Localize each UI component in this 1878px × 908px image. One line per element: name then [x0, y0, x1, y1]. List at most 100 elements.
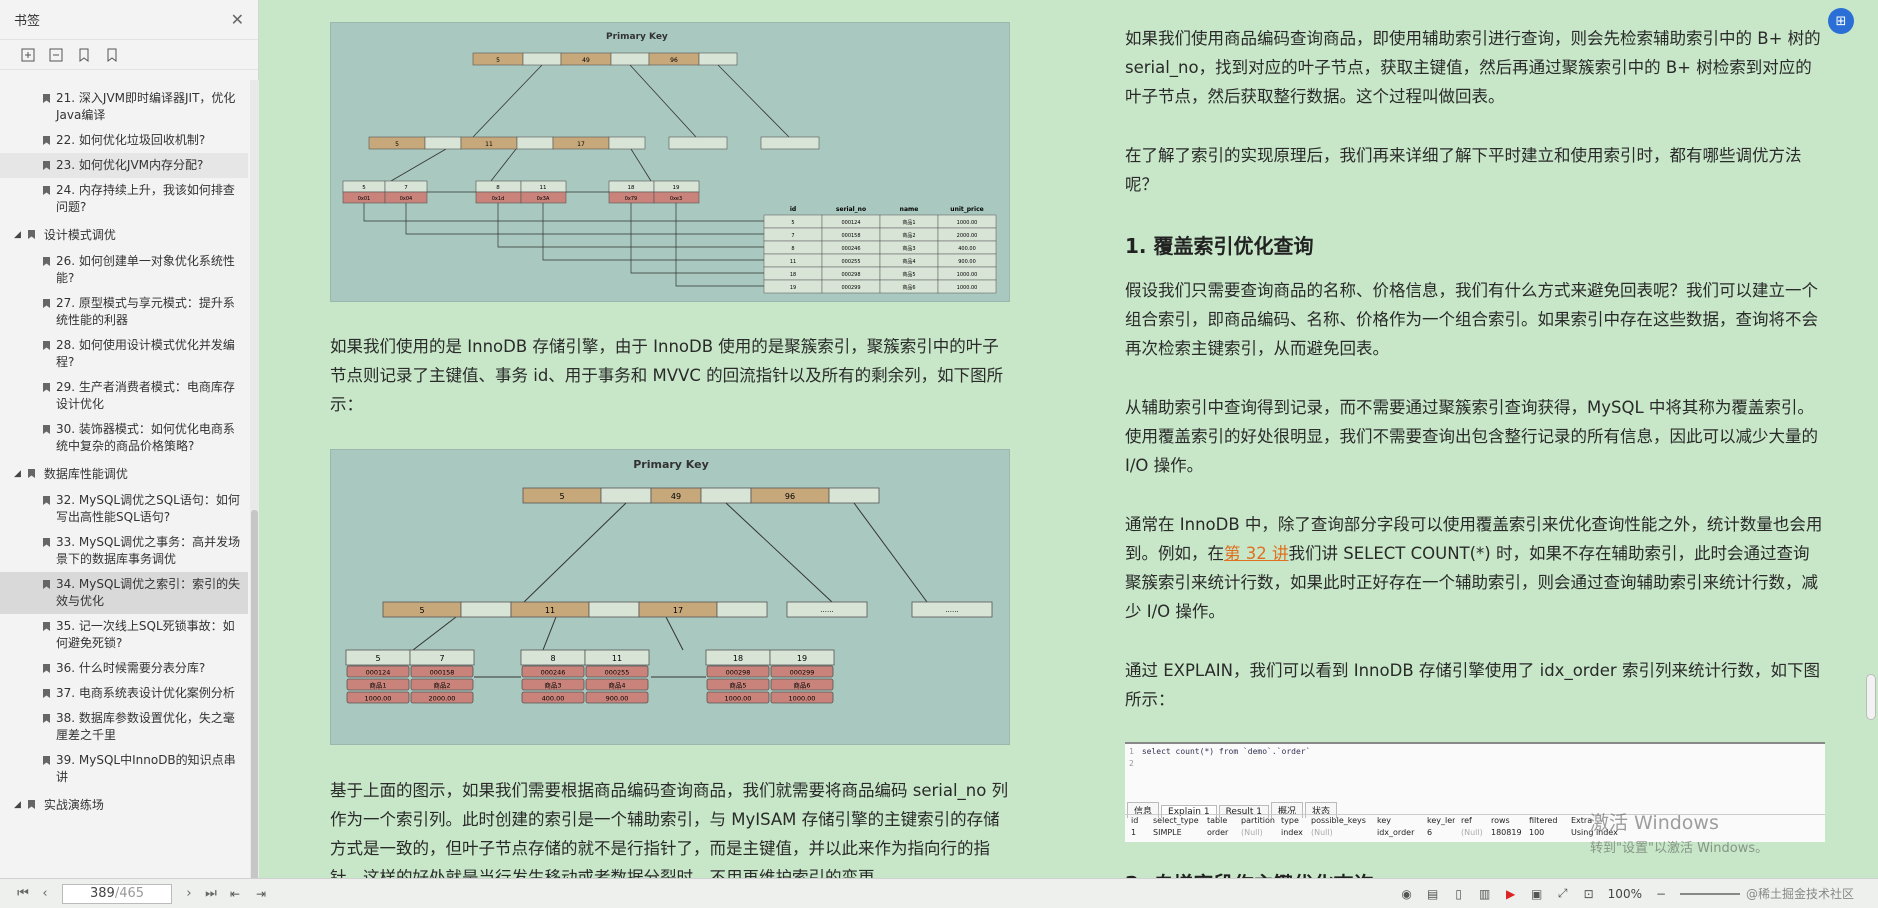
sidebar-item[interactable]: 22. 如何优化垃圾回收机制? — [0, 128, 248, 153]
collapse-triangle-icon[interactable]: ◢ — [14, 469, 21, 479]
cell-value: 1000.00 — [957, 272, 978, 278]
value-label: 1000.00 — [365, 695, 392, 703]
bookmark-icon — [43, 94, 50, 103]
fit-width-icon[interactable]: ⤢ — [1552, 885, 1574, 903]
table-header: unit_price — [950, 206, 983, 213]
table-header: name — [900, 206, 919, 213]
key-label: 96 — [670, 57, 678, 64]
key-label: 18 — [628, 185, 635, 191]
continuous-page-icon[interactable]: ▤ — [1422, 885, 1444, 903]
column-header: select_type — [1153, 816, 1199, 825]
back-icon[interactable]: ⇤ — [224, 885, 246, 903]
lecture-32-link[interactable]: 第 32 讲 — [1224, 544, 1289, 563]
grid-cell: order — [1207, 828, 1229, 837]
read-mode-icon[interactable]: ◉ — [1396, 885, 1418, 903]
next-page-icon[interactable]: › — [178, 886, 200, 901]
sidebar-item[interactable]: 21. 深入JVM即时编译器JIT，优化Java编译 — [0, 86, 248, 128]
key-label: 49 — [582, 57, 590, 64]
sidebar-item-label: 23. 如何优化JVM内存分配? — [56, 158, 204, 172]
sidebar-scrollbar[interactable] — [250, 80, 259, 895]
zoom-out-icon[interactable]: − — [1650, 885, 1672, 903]
sidebar-item[interactable]: 38. 数据库参数设置优化，失之毫厘差之千里 — [0, 706, 248, 748]
bookmark-icon — [43, 257, 50, 266]
page-number-field[interactable]: 389/465 — [62, 883, 172, 904]
two-page-icon[interactable]: ▥ — [1474, 885, 1496, 903]
grid-cell: 1 — [1131, 828, 1137, 837]
value-label: 000124 — [366, 669, 391, 677]
sidebar-item[interactable]: 36. 什么时候需要分表分库? — [0, 656, 248, 681]
sidebar-item[interactable]: 28. 如何使用设计模式优化并发编程? — [0, 333, 248, 375]
forward-icon[interactable]: ⇥ — [250, 885, 272, 903]
collapse-triangle-icon[interactable]: ◢ — [14, 800, 21, 810]
status-bar: ⏮ ‹ 389/465 › ⏭ ⇤ ⇥ ◉ ▤ ▯ ▥ ▶ ▣ ⤢ ⊡ 100%… — [0, 878, 1878, 908]
actual-size-icon[interactable]: ⊡ — [1578, 885, 1600, 903]
sidebar-item[interactable]: 23. 如何优化JVM内存分配? — [0, 153, 248, 178]
expand-all-icon[interactable] — [20, 47, 36, 63]
bookmark-icon — [43, 538, 50, 547]
cell-value: 000298 — [841, 272, 860, 278]
sidebar-scroll-thumb[interactable] — [251, 510, 258, 895]
key-label: 18 — [733, 654, 743, 663]
section-label: 设计模式调优 — [43, 228, 116, 242]
grid-cell: 100 — [1529, 828, 1545, 837]
grid-cell: (Null) — [1241, 828, 1263, 837]
zoom-level[interactable]: 100% — [1608, 887, 1642, 901]
collapse-all-icon[interactable] — [48, 47, 64, 63]
sidebar-section-practice[interactable]: ◢ 实战演练场 — [0, 790, 250, 819]
translate-icon[interactable]: ⊞ — [1828, 8, 1854, 34]
sidebar-item[interactable]: 24. 内存持续上升，我该如何排查问题? — [0, 178, 248, 220]
sidebar-item-current[interactable]: 34. MySQL调优之索引：索引的失效与优化 — [0, 572, 248, 614]
sidebar-item-label: 22. 如何优化垃圾回收机制? — [56, 133, 206, 147]
sidebar-item[interactable]: 35. 记一次线上SQL死锁事故：如何避免死锁? — [0, 614, 248, 656]
add-bookmark-icon[interactable] — [76, 47, 92, 63]
document-scrollbar[interactable] — [1864, 0, 1878, 878]
sidebar-item[interactable]: 32. MySQL调优之SQL语句：如何写出高性能SQL语句? — [0, 488, 248, 530]
paragraph: 通常在 InnoDB 中，除了查询部分字段可以使用覆盖索引来优化查询性能之外，统… — [1125, 510, 1825, 626]
prev-page-icon[interactable]: ‹ — [34, 886, 56, 901]
sidebar-item[interactable]: 33. MySQL调优之事务：高并发场景下的数据库事务调优 — [0, 530, 248, 572]
value-label: 000298 — [726, 669, 751, 677]
b-tree-diagram-2: Primary Key 5 49 96 5 11 17 ...... .....… — [345, 458, 993, 704]
fit-page-icon[interactable]: ▣ — [1526, 885, 1548, 903]
table-header: serial_no — [836, 206, 866, 213]
sidebar-item[interactable]: 26. 如何创建单一对象优化系统性能? — [0, 249, 248, 291]
sidebar-item[interactable]: 27. 原型模式与享元模式：提升系统性能的利器 — [0, 291, 248, 333]
value-label: 900.00 — [606, 695, 629, 703]
bookmark-icon — [43, 136, 50, 145]
column-header: key_len — [1427, 816, 1455, 825]
column-header: id — [1131, 816, 1139, 825]
cell-value: 000255 — [841, 259, 860, 265]
sidebar-item[interactable]: 30. 装饰器模式：如何优化电商系统中复杂的商品价格策略? — [0, 417, 248, 459]
sidebar-item[interactable]: 39. MySQL中InnoDB的知识点串讲 — [0, 748, 248, 790]
bookmark-icon[interactable] — [104, 47, 120, 63]
key-label: 11 — [545, 606, 555, 615]
sidebar-section-design[interactable]: ◢ 设计模式调优 — [0, 220, 250, 249]
document-scroll-thumb[interactable] — [1866, 674, 1876, 720]
last-page-icon[interactable]: ⏭ — [200, 886, 222, 901]
value-label: 1000.00 — [725, 695, 752, 703]
sidebar-header: 书签 ✕ — [0, 0, 258, 40]
sidebar-item-label: 28. 如何使用设计模式优化并发编程? — [56, 338, 235, 369]
value-label: 商品1 — [369, 681, 386, 690]
cell-value: 商品4 — [902, 258, 915, 265]
play-icon[interactable]: ▶ — [1500, 885, 1522, 903]
collapse-triangle-icon[interactable]: ◢ — [14, 230, 21, 240]
value-label: 0xe3 — [670, 196, 682, 202]
sidebar-item[interactable]: 29. 生产者消费者模式：电商库存设计优化 — [0, 375, 248, 417]
sidebar-item-label: 33. MySQL调优之事务：高并发场景下的数据库事务调优 — [56, 535, 241, 566]
mid-node: 5 11 17 ...... ...... — [382, 601, 993, 618]
value-label: 400.00 — [542, 695, 565, 703]
cell-value: 900.00 — [958, 259, 976, 265]
sidebar-item[interactable]: 37. 电商系统表设计优化案例分析 — [0, 681, 248, 706]
close-icon[interactable]: ✕ — [231, 10, 244, 29]
figure-secondary-index: Primary Key 5 49 96 5 11 17 5 7 0x01 0x0… — [330, 22, 1010, 302]
sidebar-item-label: 21. 深入JVM即时编译器JIT，优化Java编译 — [56, 91, 236, 122]
zoom-slider[interactable] — [1679, 892, 1740, 895]
single-page-icon[interactable]: ▯ — [1448, 885, 1470, 903]
paragraph: 从辅助索引中查询得到记录，而不需要通过聚簇索引查询获得，MySQL 中将其称为覆… — [1125, 398, 1818, 475]
first-page-icon[interactable]: ⏮ — [12, 886, 34, 901]
cell-value: 11 — [790, 259, 796, 265]
sidebar-section-db[interactable]: ◢ 数据库性能调优 — [0, 459, 250, 488]
grid-cell: (Null) — [1461, 828, 1483, 837]
value-label: 000255 — [605, 669, 630, 677]
